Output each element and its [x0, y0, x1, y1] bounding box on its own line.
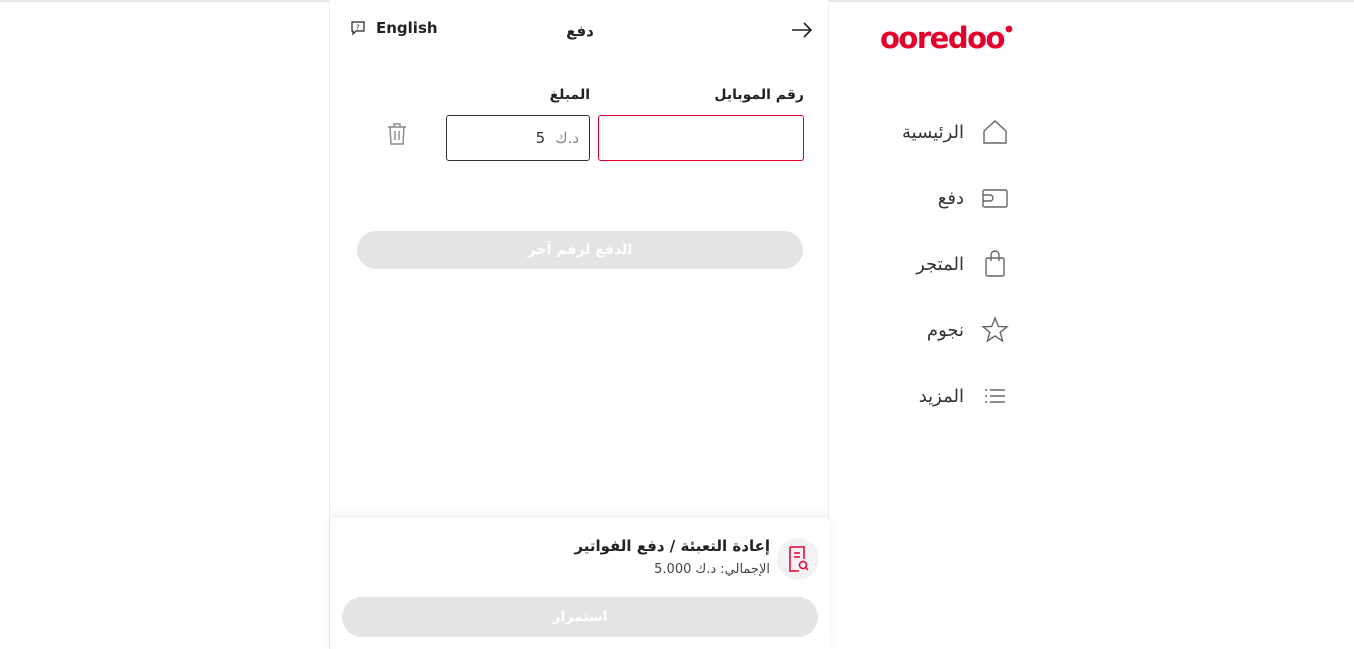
menu-list-icon	[980, 381, 1010, 411]
receipt-search-icon	[777, 538, 819, 580]
amount-value: 5	[535, 129, 546, 147]
amount-field[interactable]: د.ك 5	[446, 115, 590, 161]
order-summary: إعادة التعبئة / دفع الفواتير الإجمالي: د…	[330, 518, 830, 649]
amount-label: المبلغ	[549, 87, 590, 103]
sidebar-item-label: المزيد	[918, 385, 964, 407]
language-toggle[interactable]: English	[376, 19, 438, 37]
sidebar-item-label: المتجر	[916, 253, 964, 275]
sidebar-item-label: دفع	[937, 187, 964, 209]
continue-button[interactable]: استمرار	[342, 597, 818, 637]
svg-text:ooredoo: ooredoo	[880, 21, 1004, 55]
summary-title: إعادة التعبئة / دفع الفواتير	[574, 537, 770, 555]
trash-icon[interactable]	[386, 122, 408, 146]
back-arrow-icon[interactable]	[790, 18, 814, 42]
sidebar-item-label: نجوم	[926, 319, 964, 341]
sidebar-item-pay[interactable]: دفع	[880, 178, 1010, 218]
pay-another-number-button[interactable]: الدفع لرقم آخر	[357, 231, 803, 269]
sidebar-item-label: الرئيسية	[902, 121, 964, 143]
sidebar-item-more[interactable]: المزيد	[880, 376, 1010, 416]
star-icon	[980, 315, 1010, 345]
mobile-number-input[interactable]	[598, 115, 804, 161]
payment-panel: ? English دفع رقم الموبايل المبلغ د.ك 5 …	[329, 0, 830, 649]
currency-label: د.ك	[555, 129, 579, 147]
sidebar-item-store[interactable]: المتجر	[880, 244, 1010, 284]
home-icon	[980, 117, 1010, 147]
sidebar-item-home[interactable]: الرئيسية	[880, 112, 1010, 152]
svg-text:?: ?	[356, 24, 360, 32]
mobile-number-label: رقم الموبايل	[714, 87, 804, 103]
wallet-icon	[980, 183, 1010, 213]
ooredoo-logo[interactable]: ooredoo	[876, 18, 1016, 58]
page-title: دفع	[566, 22, 594, 40]
summary-total: الإجمالي: د.ك 5.000	[654, 562, 770, 577]
help-icon[interactable]: ?	[350, 20, 366, 36]
shopping-bag-icon	[980, 249, 1010, 279]
sidebar-item-stars[interactable]: نجوم	[880, 310, 1010, 350]
